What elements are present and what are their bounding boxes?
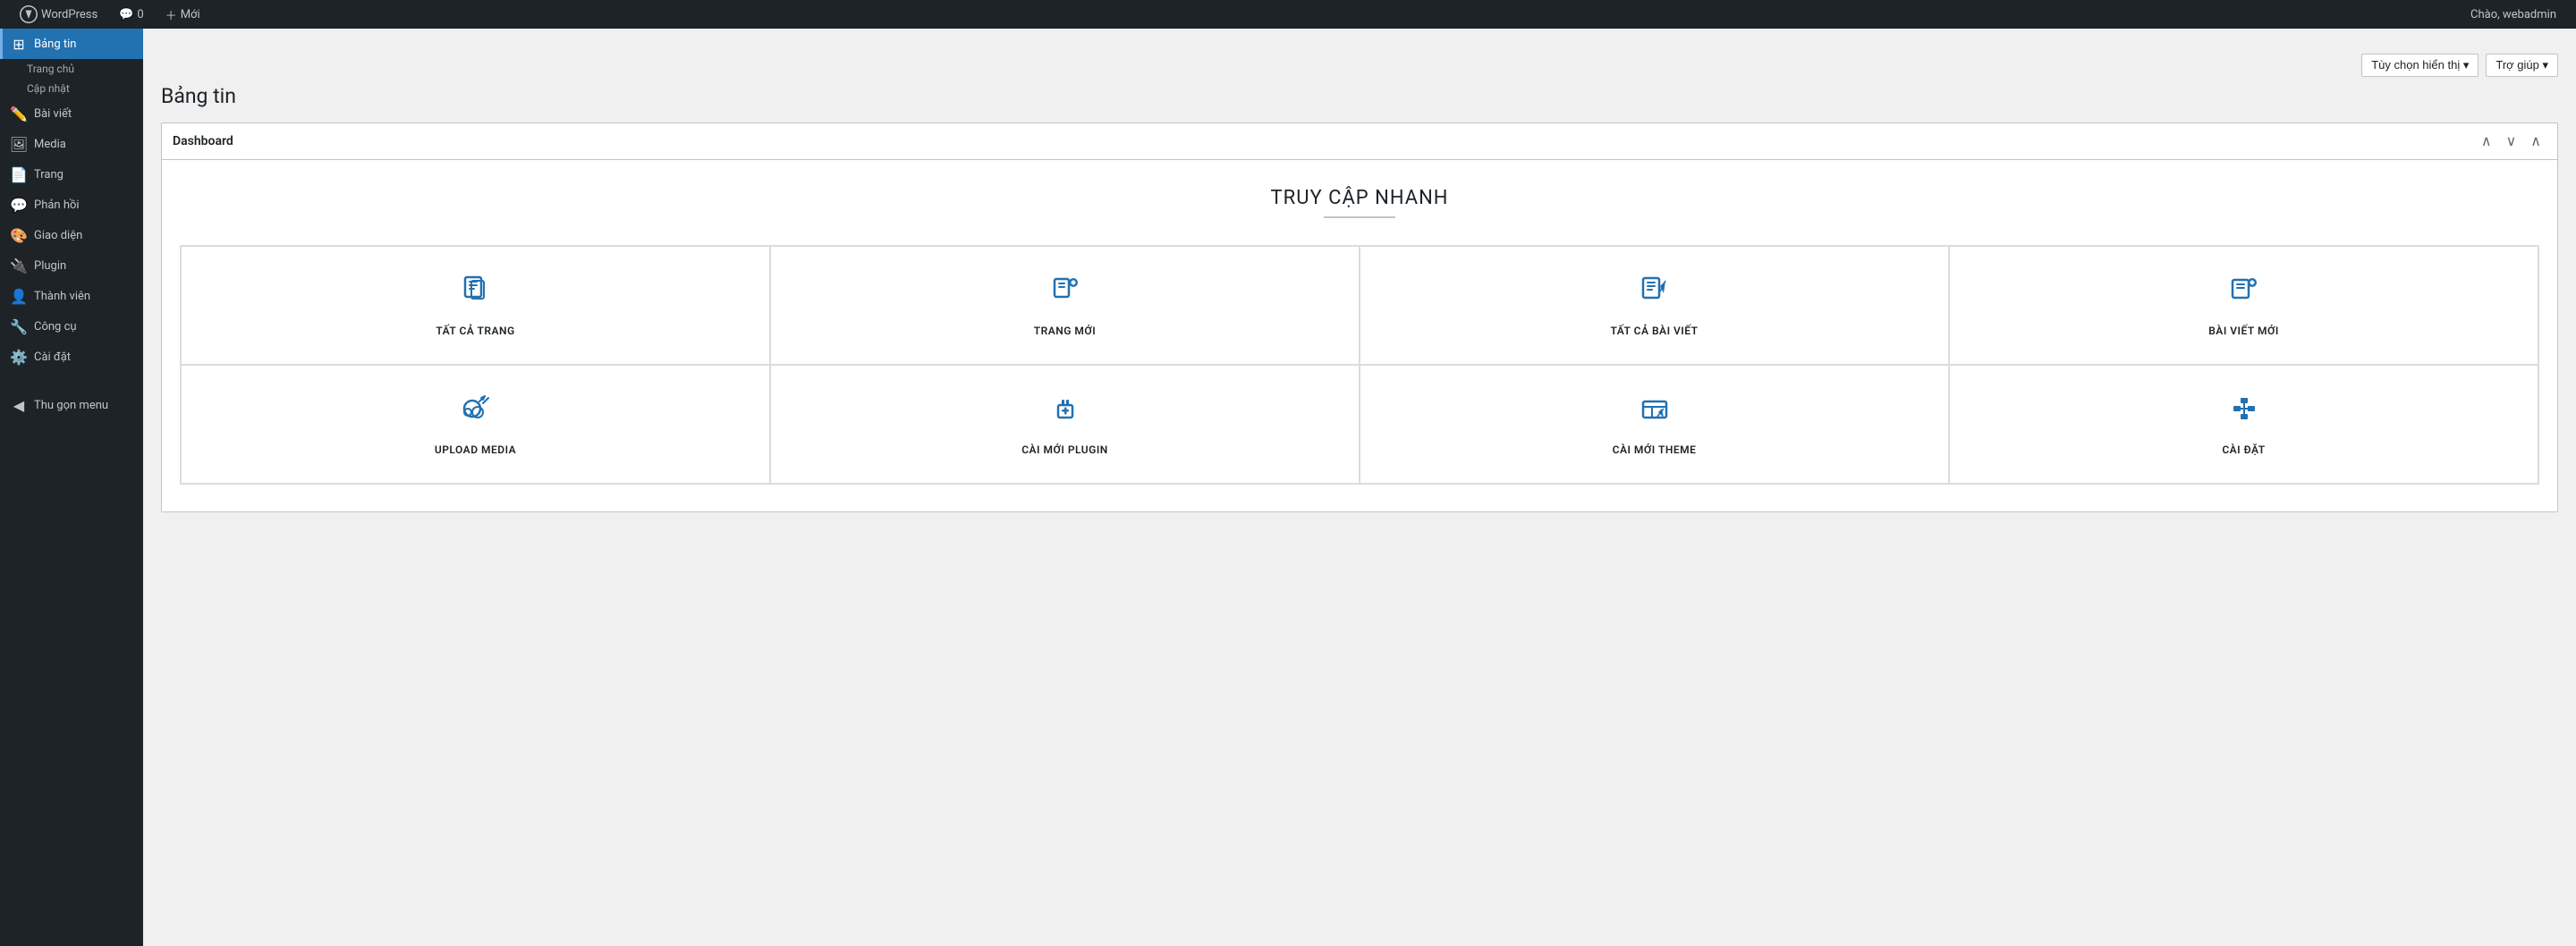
appearance-icon: 🎨 — [11, 227, 27, 243]
label-cai-moi-plugin: CÀI MỚI PLUGIN — [1021, 443, 1108, 456]
page-icon: 📄 — [11, 166, 27, 182]
sidebar-label-media: Media — [34, 138, 66, 151]
sidebar-item-cong-cu[interactable]: 🔧 Công cụ — [0, 311, 143, 342]
panel-title: Dashboard — [173, 134, 233, 148]
sidebar-item-bang-tin[interactable]: ⊞ Bảng tin — [0, 29, 143, 59]
quick-access-grid: TẤT CẢ TRANG — [180, 245, 2539, 485]
theme-add-icon — [1639, 393, 1671, 433]
sidebar-label-trang: Trang — [34, 168, 64, 182]
sidebar-item-collapse[interactable]: ◀ Thu gọn menu — [0, 390, 143, 420]
panel-body: TRUY CẬP NHANH — [162, 160, 2557, 511]
dashboard-icon: ⊞ — [11, 36, 27, 52]
quick-item-cai-dat[interactable]: CÀI ĐẶT — [1949, 365, 2538, 484]
quick-item-bai-viet-moi[interactable]: BÀI VIẾT MỚI — [1949, 246, 2538, 365]
comment-bubble-icon: 💬 — [11, 197, 27, 213]
quick-item-tat-ca-trang[interactable]: TẤT CẢ TRANG — [181, 246, 770, 365]
label-tat-ca-trang: TẤT CẢ TRANG — [436, 325, 514, 337]
quick-access-divider — [1324, 216, 1395, 218]
sidebar-item-cai-dat[interactable]: ⚙️ Cài đặt — [0, 342, 143, 372]
new-page-icon — [1049, 274, 1081, 314]
sidebar-label-phan-hoi: Phản hồi — [34, 198, 80, 212]
admin-bar-right: Chào, webadmin — [2462, 0, 2565, 29]
quick-access-title: TRUY CẬP NHANH — [180, 187, 2539, 209]
upload-media-icon — [460, 393, 492, 433]
plugin-icon: 🔌 — [11, 258, 27, 274]
label-cai-moi-theme: CÀI MỚI THEME — [1613, 443, 1697, 456]
comment-icon: 💬 — [119, 8, 133, 21]
edit-icon: ✏️ — [11, 106, 27, 122]
sidebar-item-media[interactable]: 🖼 Media — [0, 129, 143, 159]
dashboard-panel: Dashboard ∧ ∨ ∧ TRUY CẬP NHANH — [161, 122, 2558, 512]
admin-bar-left: WordPress 💬 0 ＋ Mới — [11, 0, 2462, 29]
sidebar-label-giao-dien: Giao diện — [34, 229, 82, 242]
header-bar: Tùy chọn hiển thị ▾ Trợ giúp ▾ — [161, 46, 2558, 84]
comments-item[interactable]: 💬 0 — [110, 0, 153, 29]
label-tat-ca-bai-viet: TẤT CẢ BÀI VIẾT — [1610, 325, 1698, 337]
site-name: WordPress — [41, 8, 97, 21]
label-upload-media: UPLOAD MEDIA — [435, 443, 516, 456]
quick-item-cai-moi-plugin[interactable]: CÀI MỚI PLUGIN — [770, 365, 1360, 484]
quick-item-upload-media[interactable]: UPLOAD MEDIA — [181, 365, 770, 484]
panel-controls: ∧ ∨ ∧ — [2476, 131, 2546, 152]
wp-logo-item[interactable]: WordPress — [11, 0, 106, 29]
sidebar-label-bai-viet: Bài viết — [34, 107, 72, 121]
wp-logo-icon — [20, 5, 38, 23]
sidebar-item-thanh-vien[interactable]: 👤 Thành viên — [0, 281, 143, 311]
settings-icon — [2228, 393, 2260, 433]
settings-gear-icon: ⚙️ — [11, 349, 27, 365]
all-posts-icon — [1639, 274, 1671, 314]
label-trang-moi: TRANG MỚI — [1034, 325, 1097, 337]
sidebar-item-plugin[interactable]: 🔌 Plugin — [0, 250, 143, 281]
media-icon: 🖼 — [11, 136, 27, 152]
sidebar: ⊞ Bảng tin Trang chủ Cập nhật ✏️ Bài viế… — [0, 29, 143, 946]
layout: ⊞ Bảng tin Trang chủ Cập nhật ✏️ Bài viế… — [0, 29, 2576, 946]
new-post-icon — [2228, 274, 2260, 314]
sidebar-label-thanh-vien: Thành viên — [34, 290, 90, 303]
panel-collapse-down[interactable]: ∨ — [2501, 131, 2522, 152]
sidebar-label-collapse: Thu gọn menu — [34, 399, 108, 412]
page-title: Bảng tin — [161, 84, 2558, 108]
sidebar-item-trang[interactable]: 📄 Trang — [0, 159, 143, 190]
collapse-icon: ◀ — [11, 397, 27, 413]
sidebar-label-cong-cu: Công cụ — [34, 320, 77, 334]
screen-options-button[interactable]: Tùy chọn hiển thị ▾ — [2361, 54, 2479, 77]
quick-item-cai-moi-theme[interactable]: CÀI MỚI THEME — [1360, 365, 1949, 484]
plus-icon: ＋ — [165, 6, 177, 23]
quick-item-tat-ca-bai-viet[interactable]: TẤT CẢ BÀI VIẾT — [1360, 246, 1949, 365]
sidebar-item-bai-viet[interactable]: ✏️ Bài viết — [0, 98, 143, 129]
panel-header: Dashboard ∧ ∨ ∧ — [162, 123, 2557, 160]
users-icon: 👤 — [11, 288, 27, 304]
label-bai-viet-moi: BÀI VIẾT MỚI — [2208, 325, 2279, 337]
sidebar-item-trang-chu[interactable]: Trang chủ — [0, 59, 143, 79]
panel-collapse-up[interactable]: ∧ — [2476, 131, 2497, 152]
panel-close[interactable]: ∧ — [2525, 131, 2546, 152]
main-content: Tùy chọn hiển thị ▾ Trợ giúp ▾ Bảng tin … — [143, 29, 2576, 946]
new-label: Mới — [181, 8, 200, 21]
sidebar-label-cai-dat: Cài đặt — [34, 351, 71, 364]
quick-item-trang-moi[interactable]: TRANG MỚI — [770, 246, 1360, 365]
sidebar-label-cap-nhat: Cập nhật — [27, 82, 70, 95]
sidebar-item-giao-dien[interactable]: 🎨 Giao diện — [0, 220, 143, 250]
help-button[interactable]: Trợ giúp ▾ — [2486, 54, 2558, 77]
new-item[interactable]: ＋ Mới — [157, 0, 209, 29]
admin-bar: WordPress 💬 0 ＋ Mới Chào, webadmin — [0, 0, 2576, 29]
sidebar-item-cap-nhat[interactable]: Cập nhật — [0, 79, 143, 98]
sidebar-label-trang-chu: Trang chủ — [27, 63, 74, 75]
greeting-item[interactable]: Chào, webadmin — [2462, 0, 2565, 29]
comment-count: 0 — [137, 8, 143, 21]
greeting-text: Chào, webadmin — [2470, 8, 2556, 21]
pages-icon — [460, 274, 492, 314]
sidebar-item-phan-hoi[interactable]: 💬 Phản hồi — [0, 190, 143, 220]
sidebar-label-bang-tin: Bảng tin — [34, 38, 76, 51]
tools-icon: 🔧 — [11, 318, 27, 334]
plugin-add-icon — [1049, 393, 1081, 433]
label-cai-dat: CÀI ĐẶT — [2222, 443, 2265, 456]
sidebar-label-plugin: Plugin — [34, 259, 66, 273]
